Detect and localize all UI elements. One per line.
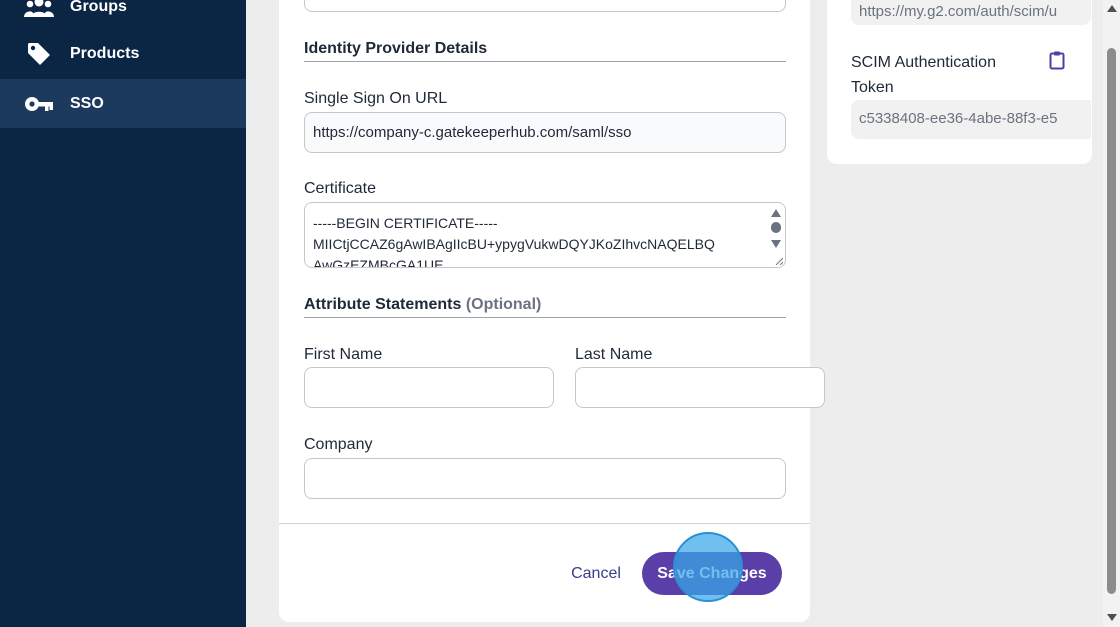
save-changes-button[interactable]: Save Changes <box>642 552 782 595</box>
attribute-statements-title: Attribute Statements (Optional) <box>304 296 541 314</box>
last-name-label: Last Name <box>575 346 653 363</box>
sidebar-item-groups[interactable]: Groups <box>0 0 246 31</box>
attribute-statements-label: Attribute Statements <box>304 296 462 313</box>
last-name-input[interactable] <box>575 367 825 408</box>
footer-divider <box>279 523 810 524</box>
company-input[interactable] <box>304 458 786 499</box>
sidebar-item-label: Products <box>70 44 140 62</box>
scim-url-field[interactable]: https://my.g2.com/auth/scim/u <box>851 0 1091 25</box>
section-divider <box>304 317 786 318</box>
users-icon <box>24 0 54 22</box>
first-name-label: First Name <box>304 346 383 363</box>
scroll-up-icon[interactable] <box>1107 5 1117 12</box>
sidebar: Groups Products SSO <box>0 0 246 627</box>
resize-handle-icon[interactable] <box>775 257 783 265</box>
scroll-thumb[interactable] <box>771 222 781 233</box>
sidebar-item-products[interactable]: Products <box>0 29 246 78</box>
cancel-button[interactable]: Cancel <box>562 557 630 591</box>
tag-icon <box>24 39 54 69</box>
scim-token-field[interactable]: c5338408-ee36-4abe-88f3-e5 <box>851 100 1091 139</box>
sidebar-item-label: SSO <box>70 94 104 112</box>
identity-provider-section-title: Identity Provider Details <box>304 40 488 57</box>
scroll-down-icon[interactable] <box>1107 614 1117 621</box>
key-icon <box>24 89 54 119</box>
sso-url-label: Single Sign On URL <box>304 90 448 107</box>
company-label: Company <box>304 436 373 453</box>
certificate-label: Certificate <box>304 180 377 197</box>
page-scrollbar[interactable] <box>1103 0 1120 627</box>
clipboard-icon[interactable] <box>1047 50 1067 70</box>
certificate-text: -----BEGIN CERTIFICATE----- MIICtjCCAZ6g… <box>313 215 715 268</box>
certificate-textarea[interactable]: -----BEGIN CERTIFICATE----- MIICtjCCAZ6g… <box>304 202 786 268</box>
scroll-up-icon[interactable] <box>771 209 781 217</box>
scim-token-label: SCIM Authentication Token <box>851 54 996 96</box>
optional-tag: (Optional) <box>465 296 542 313</box>
section-divider <box>304 61 786 62</box>
sso-url-input[interactable] <box>304 112 786 153</box>
scroll-down-icon[interactable] <box>771 240 781 248</box>
sidebar-item-label: Groups <box>70 0 127 15</box>
sidebar-item-sso[interactable]: SSO <box>0 79 246 128</box>
previous-input-field[interactable] <box>304 0 786 12</box>
first-name-input[interactable] <box>304 367 554 408</box>
scroll-thumb[interactable] <box>1107 48 1116 594</box>
